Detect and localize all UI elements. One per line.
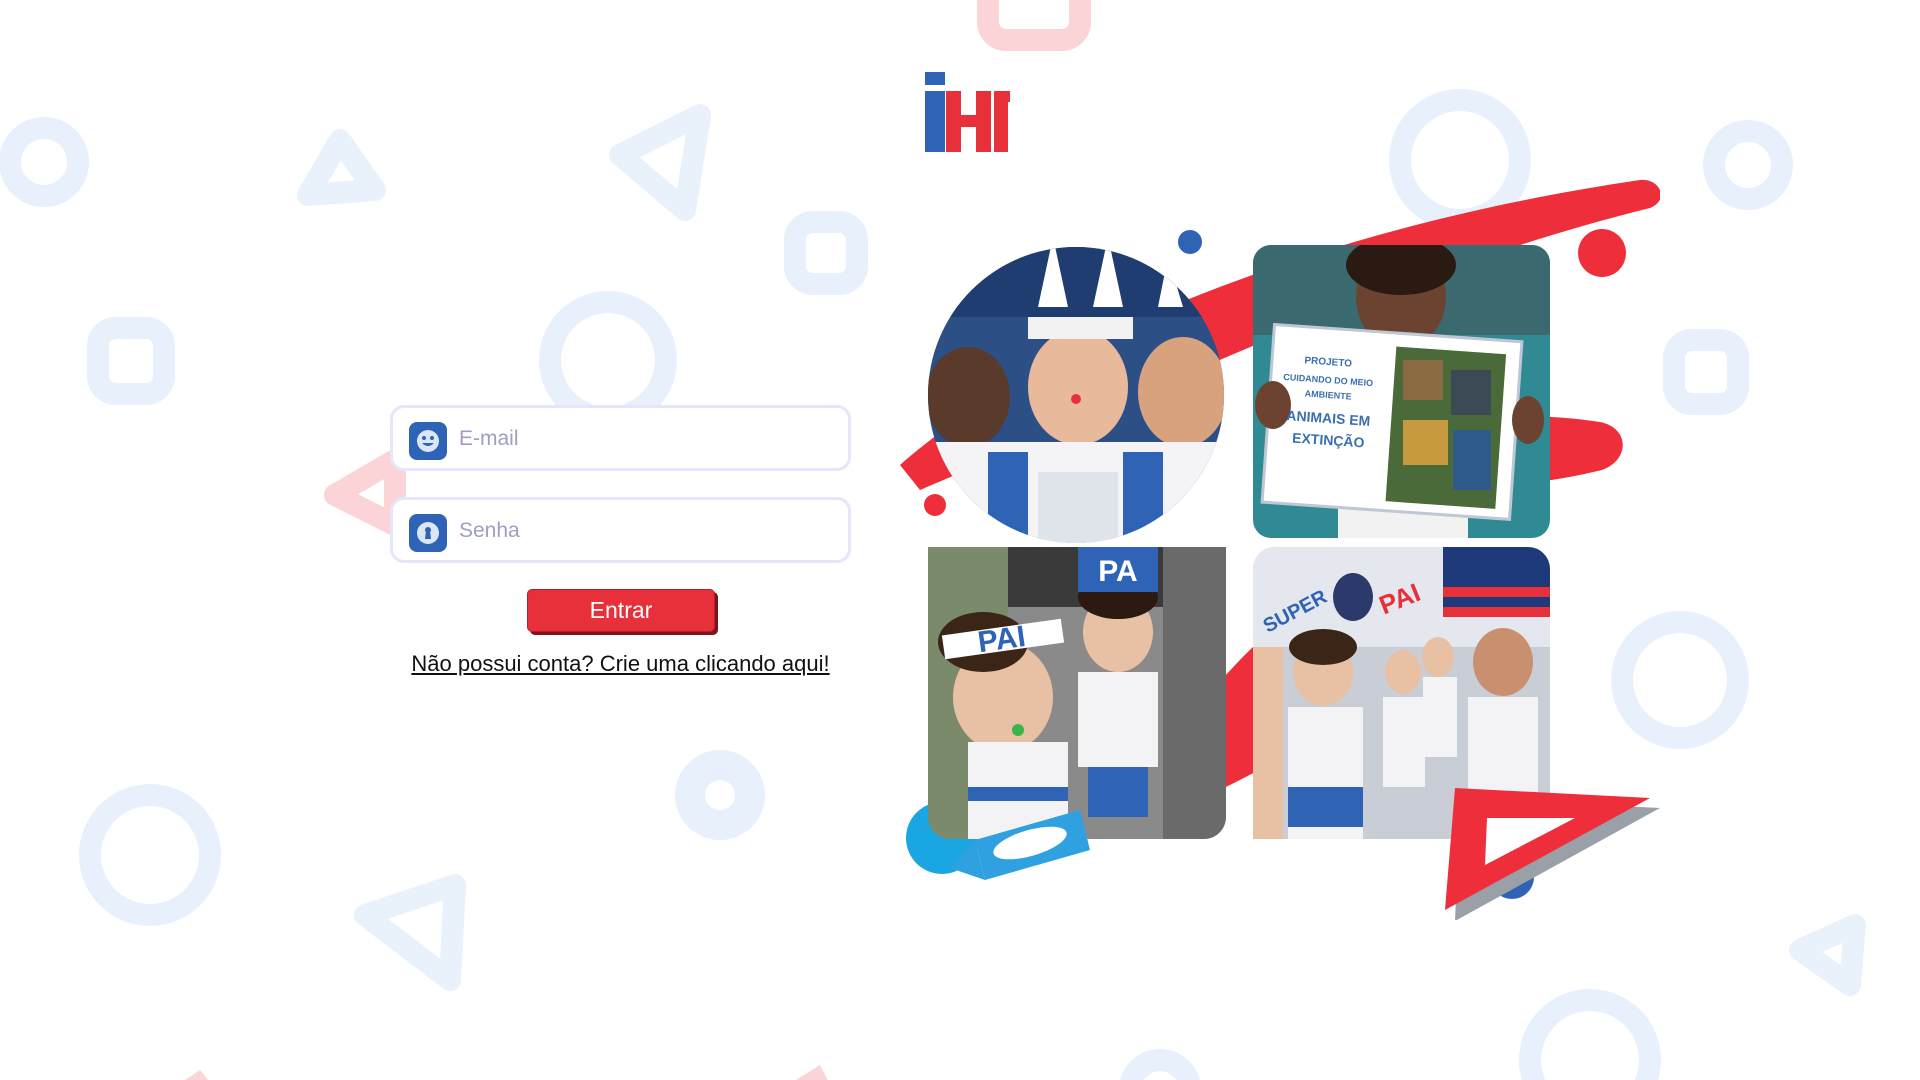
email-field-container [390, 405, 851, 471]
login-form: Entrar Não possui conta? Crie uma clican… [390, 405, 855, 676]
photo-super-pai-class: SUPER PAI [1253, 547, 1550, 839]
smiley-face-icon [409, 422, 447, 460]
headband-text: PA [1098, 555, 1137, 588]
ihf-logo [925, 72, 1010, 152]
keyhole-lock-icon [409, 514, 447, 552]
photo-kids-bunny-ears [928, 247, 1224, 543]
photo-kids-pai-headbands: PAI PA [928, 547, 1226, 839]
signup-link[interactable]: Não possui conta? Crie uma clicando aqui… [390, 651, 851, 677]
photo-girl-environment-poster: PROJETO CUIDANDO DO MEIO AMBIENTE ANIMAIS E… [1253, 245, 1550, 538]
submit-button[interactable]: Entrar [527, 589, 715, 632]
email-input[interactable] [457, 408, 841, 470]
headband-text: PAI [976, 620, 1028, 659]
password-field-container [390, 497, 851, 563]
password-input[interactable] [457, 500, 841, 562]
